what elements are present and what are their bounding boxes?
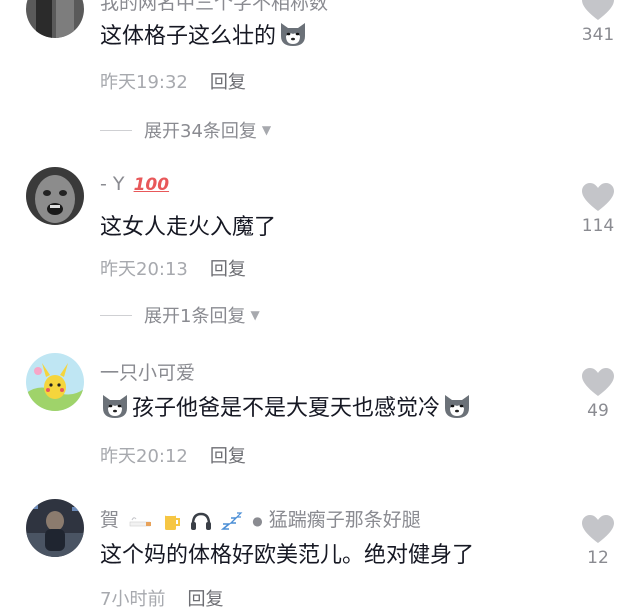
- separator-dot: ●: [252, 513, 263, 528]
- comment-text: 这体格子这么壮的: [100, 18, 310, 50]
- timestamp: 7小时前: [100, 589, 166, 610]
- comment-meta: 7小时前 回复: [100, 585, 223, 611]
- comment-meta: 昨天20:13 回复: [100, 255, 246, 281]
- like-count: 49: [587, 401, 609, 421]
- comment-meta: 昨天19:32 回复: [100, 68, 246, 94]
- comment-text-content: 这体格子这么壮的: [100, 24, 277, 49]
- comment-text-content: 这个妈的体格好欧美范儿。绝对健身了: [100, 543, 475, 568]
- comment-item: 我的网名中三个字不相称数 这体格子这么壮的 昨天19:32 回复 展开34条回复 …: [0, 0, 640, 150]
- hundred-points-emoji: 100: [133, 174, 170, 195]
- caret-down-icon: ▼: [261, 123, 272, 137]
- heart-icon: [582, 515, 614, 543]
- comment-item: - Y 100 这女人走火入魔了 昨天20:13 回复 展开1条回复 ▼ 114: [0, 165, 640, 328]
- cigarette-emoji: [129, 516, 152, 526]
- zzz-emoji: [221, 511, 243, 530]
- username[interactable]: 一只小可爱: [100, 358, 195, 385]
- username[interactable]: 我的网名中三个字不相称数: [100, 0, 328, 15]
- reply-button[interactable]: 回复: [210, 72, 246, 93]
- caret-down-icon: ▼: [250, 308, 260, 322]
- timestamp: 昨天20:12: [100, 446, 188, 467]
- avatar[interactable]: [26, 353, 84, 411]
- avatar[interactable]: [26, 0, 84, 38]
- reply-button[interactable]: 回复: [210, 259, 246, 280]
- timestamp: 昨天20:13: [100, 259, 188, 280]
- heart-icon: [582, 368, 614, 396]
- comment-meta: 昨天20:12 回复: [100, 442, 246, 468]
- husky-dog-emoji: [445, 395, 470, 418]
- comment-text: 这女人走火入魔了: [100, 209, 276, 241]
- avatar[interactable]: [26, 167, 84, 225]
- divider: [100, 129, 132, 131]
- username-suffix: 猛踹瘸子那条好腿: [268, 509, 421, 531]
- avatar[interactable]: [26, 499, 84, 557]
- heart-icon: [582, 183, 614, 211]
- like-button[interactable]: 12: [576, 515, 620, 568]
- heart-icon: [582, 0, 614, 20]
- reply-button[interactable]: 回复: [210, 446, 246, 467]
- like-count: 12: [587, 548, 609, 568]
- expand-replies-button[interactable]: 展开1条回复 ▼: [100, 302, 260, 328]
- beer-emoji: [165, 513, 181, 530]
- username-text: - Y: [100, 173, 125, 195]
- comment-text: 孩子他爸是不是大夏天也感觉冷: [100, 390, 474, 422]
- comment-text-content: 孩子他爸是不是大夏天也感觉冷: [132, 396, 441, 421]
- comment-item: 一只小可爱 孩子他爸是不是大夏天也感觉冷 昨天20:12 回复 49: [0, 350, 640, 475]
- divider: [100, 314, 132, 316]
- comment-item: 賀 ● 猛踹瘸子那条好腿 这个妈的体格好欧美范儿。绝对健身了 7小时前 回复 1…: [0, 497, 640, 615]
- like-count: 341: [581, 25, 615, 45]
- username[interactable]: - Y 100: [100, 173, 169, 195]
- username-prefix: 賀: [100, 509, 120, 531]
- husky-dog-emoji: [281, 23, 306, 46]
- expand-replies-label: 展开34条回复: [144, 121, 257, 142]
- comment-text-content: 这女人走火入魔了: [100, 215, 277, 240]
- like-count: 114: [581, 216, 615, 236]
- like-button[interactable]: 114: [576, 183, 620, 236]
- timestamp: 昨天19:32: [100, 72, 188, 93]
- expand-replies-button[interactable]: 展开34条回复 ▼: [100, 117, 271, 143]
- headphones-emoji: [191, 512, 212, 530]
- username[interactable]: 賀 ● 猛踹瘸子那条好腿: [100, 505, 421, 532]
- like-button[interactable]: 341: [576, 0, 620, 45]
- husky-dog-emoji: [103, 395, 127, 418]
- like-button[interactable]: 49: [576, 368, 620, 421]
- expand-replies-label: 展开1条回复: [144, 306, 246, 327]
- reply-button[interactable]: 回复: [187, 589, 223, 610]
- comment-text: 这个妈的体格好欧美范儿。绝对健身了: [100, 537, 474, 569]
